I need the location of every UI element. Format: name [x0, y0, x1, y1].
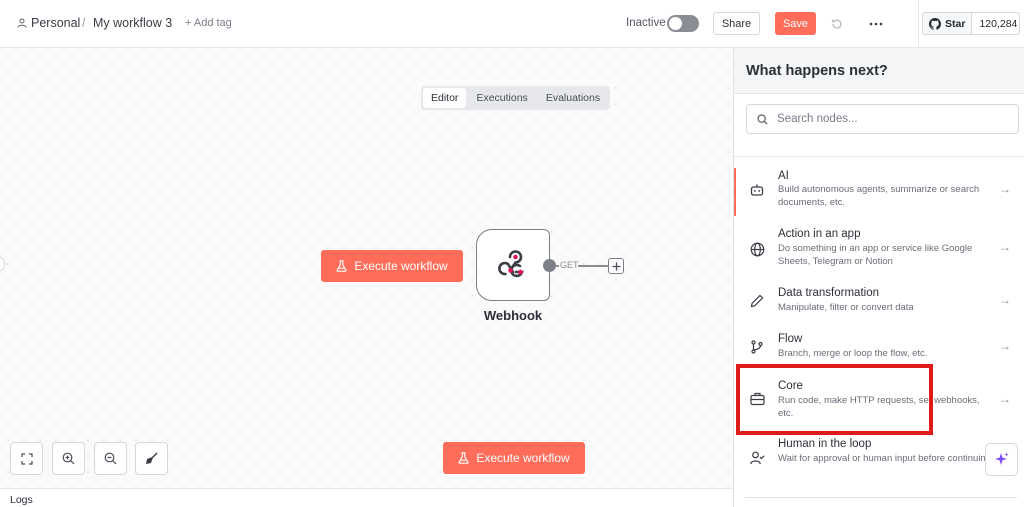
github-star-count: 120,284: [979, 17, 1018, 30]
branch-icon: [748, 338, 766, 356]
history-icon[interactable]: [827, 14, 847, 34]
breadcrumb-personal-label: Personal: [31, 16, 81, 30]
execute-workflow-button-canvas[interactable]: Execute workflow: [321, 250, 463, 282]
arrow-right-icon: →: [999, 339, 1011, 353]
webhook-icon: [498, 250, 524, 278]
github-star-button[interactable]: Star 120,284: [922, 12, 1020, 35]
tidy-up-button[interactable]: [135, 442, 168, 475]
search-icon: [757, 113, 768, 125]
execute-workflow-label: Execute workflow: [354, 259, 448, 273]
category-item-action-in-app[interactable]: Action in an app Do something in an app …: [734, 227, 1024, 275]
save-button[interactable]: Save: [775, 12, 816, 35]
search-input[interactable]: [777, 113, 1007, 125]
briefcase-icon: [748, 390, 766, 408]
fit-view-button[interactable]: [10, 442, 43, 475]
zoom-in-button[interactable]: [52, 442, 85, 475]
top-bar: Personal / My workflow 3 + Add tag Inact…: [0, 0, 1024, 48]
sparkle-icon: [995, 452, 1009, 465]
github-icon: [929, 17, 941, 30]
pen-icon: [748, 292, 766, 310]
logs-label: Logs: [10, 494, 33, 506]
breadcrumb-personal[interactable]: Personal: [17, 16, 80, 30]
breadcrumb-separator: /: [82, 16, 86, 30]
user-check-icon: [748, 449, 766, 467]
logs-bar[interactable]: Logs: [0, 488, 733, 507]
zoom-in-icon: [62, 452, 75, 465]
flask-icon: [458, 452, 469, 464]
tab-evaluations[interactable]: Evaluations: [538, 88, 608, 108]
search-box[interactable]: [746, 104, 1019, 134]
webhook-node[interactable]: [476, 229, 550, 301]
ai-assistant-button[interactable]: [985, 443, 1018, 476]
globe-icon: [748, 240, 766, 258]
add-node-button[interactable]: [608, 258, 624, 274]
arrow-right-icon: →: [999, 293, 1011, 307]
connector-label: GET: [559, 260, 580, 270]
panel-header: What happens next?: [734, 48, 1024, 94]
execute-workflow-label: Execute workflow: [476, 451, 570, 465]
category-item-core[interactable]: Core Run code, make HTTP requests, set w…: [734, 379, 1024, 427]
panel-title: What happens next?: [746, 63, 888, 79]
user-icon: [17, 18, 27, 28]
active-accent: [734, 168, 736, 216]
node-creator-panel: What happens next? AI Build autonomous a…: [733, 48, 1024, 507]
category-item-ai[interactable]: AI Build autonomous agents, summarize or…: [734, 168, 1024, 216]
arrow-right-icon: →: [999, 182, 1011, 196]
category-title: Core: [778, 380, 803, 392]
canvas-tabs: Editor Executions Evaluations: [421, 86, 611, 110]
toggle-knob: [669, 17, 682, 30]
add-tag-button[interactable]: + Add tag: [185, 17, 232, 29]
github-star-label: Star: [945, 17, 966, 30]
webhook-node-label: Webhook: [483, 308, 543, 323]
more-options-icon[interactable]: [866, 14, 886, 34]
tab-editor[interactable]: Editor: [423, 88, 467, 108]
tab-executions[interactable]: Executions: [468, 88, 535, 108]
category-item-data-transformation[interactable]: Data transformation Manipulate, filter o…: [734, 286, 1024, 322]
broom-icon: [146, 452, 158, 464]
category-item-human-in-loop[interactable]: Human in the loop Wait for approval or h…: [734, 438, 1024, 486]
panel-divider: [734, 156, 1024, 157]
category-title: Flow: [778, 333, 803, 345]
category-title: Action in an app: [778, 228, 861, 240]
connector-line: [578, 265, 608, 267]
arrow-right-icon: →: [999, 240, 1011, 254]
fit-view-icon: [20, 452, 33, 465]
plus-icon: [612, 262, 620, 270]
status-label: Inactive: [626, 17, 666, 29]
execute-workflow-button-bottom[interactable]: Execute workflow: [443, 442, 585, 474]
category-title: AI: [778, 170, 789, 182]
category-description: Manipulate, filter or convert data: [778, 302, 914, 313]
zoom-out-button[interactable]: [94, 442, 127, 475]
robot-icon: [748, 181, 766, 199]
category-item-flow[interactable]: Flow Branch, merge or loop the flow, etc…: [734, 332, 1024, 368]
category-description: Build autonomous agents, summarize or se…: [778, 184, 980, 208]
category-description: Run code, make HTTP requests, set webhoo…: [778, 395, 980, 419]
arrow-right-icon: →: [999, 392, 1011, 406]
zoom-out-icon: [104, 452, 117, 465]
category-description: Branch, merge or loop the flow, etc.: [778, 348, 928, 359]
workflow-name[interactable]: My workflow 3: [93, 16, 172, 30]
share-button[interactable]: Share: [713, 12, 760, 35]
node-output-handle[interactable]: [543, 259, 556, 272]
flask-icon: [336, 260, 347, 272]
category-title: Human in the loop: [778, 438, 872, 450]
active-toggle[interactable]: [667, 15, 699, 32]
panel-divider: [745, 497, 1017, 498]
category-description: Wait for approval or human input before …: [778, 453, 991, 464]
category-description: Do something in an app or service like G…: [778, 243, 973, 267]
category-title: Data transformation: [778, 287, 879, 299]
